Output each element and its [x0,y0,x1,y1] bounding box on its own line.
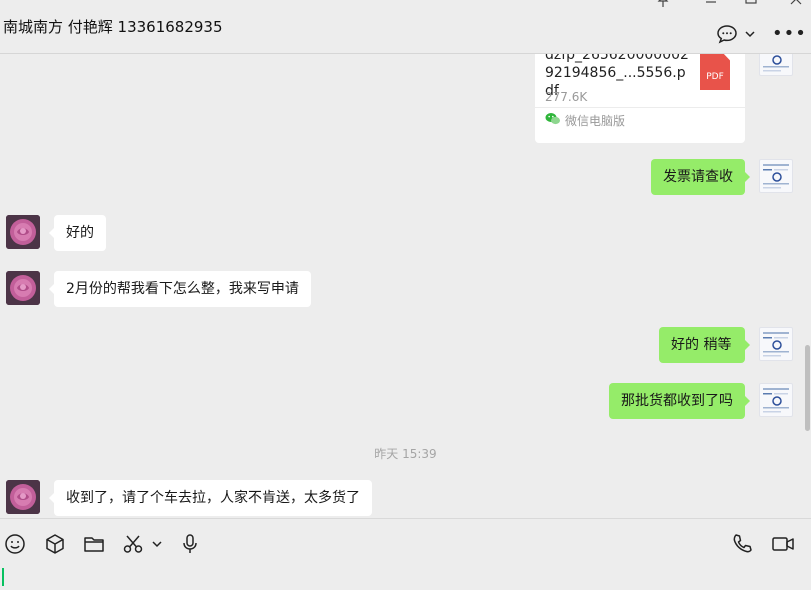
phone-icon[interactable] [731,533,753,555]
rose-image [6,271,40,305]
rose-image [6,480,40,514]
message-bubble-contact[interactable]: 收到了，请了个车去拉，人家不肯送，太多货了 [49,480,372,516]
rose-image [6,215,40,249]
contact-avatar[interactable] [6,480,40,514]
message-timestamp: 昨天 15:39 [374,447,437,461]
message-bubble-self[interactable]: 发票请查收 [651,159,750,195]
file-size: 277.6K [545,90,588,104]
file-source-label: 微信电脑版 [565,114,626,128]
contact-avatar[interactable] [6,271,40,305]
video-icon[interactable] [771,533,795,555]
cube-icon[interactable] [44,533,66,555]
maximize-icon[interactable] [745,0,757,6]
message-bubble-contact[interactable]: 2月份的帮我看下怎么整，我来写申请 [49,271,311,307]
pdf-label: PDF [706,72,724,82]
self-avatar[interactable] [759,327,793,361]
self-avatar-image [763,164,789,189]
chat-header: 南城南方 付艳辉 13361682935 ••• [0,0,811,54]
more-icon[interactable]: ••• [772,25,807,43]
minimize-icon[interactable] [705,0,717,6]
scrollbar-track[interactable] [803,54,811,518]
message-bubble-self[interactable]: 那批货都收到了吗 [609,383,750,419]
folder-icon[interactable] [83,533,105,555]
wechat-icon [545,113,560,125]
chat-messages[interactable]: dzfp_26562000000292194856_...5556.pdf 27… [0,54,811,518]
close-icon[interactable] [790,0,802,6]
self-avatar-image [763,332,789,357]
scissors-icon[interactable] [122,533,144,555]
pdf-file-icon: PDF [700,54,730,90]
self-avatar-image [763,55,789,72]
input-toolbar [0,518,811,590]
chevron-down-icon[interactable] [744,24,756,44]
chat-title: 南城南方 付艳辉 13361682935 [3,18,223,36]
self-avatar[interactable] [759,159,793,193]
pin-icon[interactable] [657,0,669,8]
self-avatar[interactable] [759,383,793,417]
chevron-down-icon[interactable] [151,533,163,555]
file-message-card[interactable]: dzfp_26562000000292194856_...5556.pdf 27… [535,54,745,143]
message-bubble-self[interactable]: 好的 稍等 [659,327,750,363]
self-avatar[interactable] [759,54,793,76]
microphone-icon[interactable] [179,533,201,555]
message-input-caret[interactable] [2,568,4,586]
emoji-icon[interactable] [4,533,26,555]
scrollbar-thumb[interactable] [805,345,810,431]
contact-avatar[interactable] [6,215,40,249]
self-avatar-image [763,388,789,413]
message-bubble-contact[interactable]: 好的 [49,215,106,251]
file-divider [535,107,745,108]
chat-bubble-icon[interactable] [716,24,738,44]
